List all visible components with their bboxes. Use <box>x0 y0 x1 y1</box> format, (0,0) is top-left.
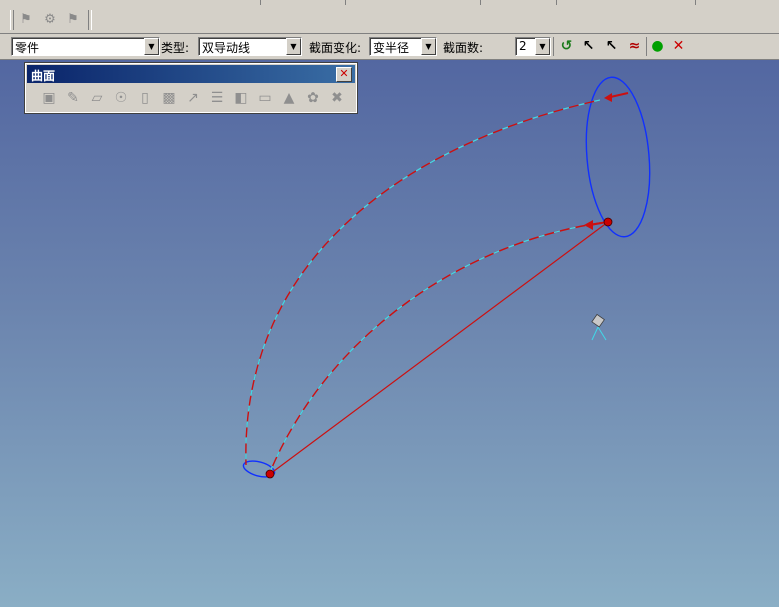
section-change-label: 截面变化: <box>309 41 362 55</box>
cancel-icon[interactable]: ✕ <box>668 36 689 56</box>
chevron-down-icon[interactable]: ▼ <box>144 38 159 55</box>
surface-2-icon[interactable]: ✎ <box>62 88 84 108</box>
object-combo[interactable]: 零件 ▼ <box>11 37 160 56</box>
section-change-combo[interactable]: 变半径 ▼ <box>369 37 437 56</box>
coordinate-triad-icon <box>591 313 607 341</box>
surface-3-icon[interactable]: ▱ <box>86 88 108 108</box>
section-ellipse-large[interactable] <box>580 75 656 240</box>
surface-1-icon[interactable]: ▣ <box>38 88 60 108</box>
pick-guide-icon[interactable]: ↖ <box>578 36 599 56</box>
strip-separator <box>556 0 557 5</box>
toolbar-separator <box>88 10 92 30</box>
type-label: 类型: <box>161 41 190 55</box>
surface-7-icon[interactable]: ↗ <box>182 88 204 108</box>
preview-icon[interactable]: ≈ <box>624 36 645 56</box>
surface-panel-title: 曲面 <box>31 69 56 83</box>
section-count-label: 截面数: <box>443 41 484 55</box>
strip-separator <box>260 0 261 5</box>
endpoint-marker[interactable] <box>265 469 275 479</box>
type-combo-value: 双导动线 <box>202 41 251 55</box>
guide-curve-inner[interactable] <box>269 221 608 473</box>
section-count-combo-value: 2 <box>519 39 527 53</box>
section-change-combo-value: 变半径 <box>373 41 410 55</box>
surface-12-icon[interactable]: ✿ <box>302 88 324 108</box>
endpoint-marker[interactable] <box>603 217 613 227</box>
arrow-head-icon <box>604 93 612 102</box>
toolbar-grip[interactable] <box>10 10 14 30</box>
pick-guide2-icon[interactable]: ↖ <box>601 36 622 56</box>
surface-6-icon[interactable]: ▩ <box>158 88 180 108</box>
tool-icon-3[interactable]: ⚑ <box>63 11 83 29</box>
strip-separator <box>695 0 696 5</box>
surface-8-icon[interactable]: ☰ <box>206 88 228 108</box>
surface-13-icon[interactable]: ✖ <box>326 88 348 108</box>
surface-panel-titlebar[interactable]: 曲面 ✕ <box>27 65 355 83</box>
guide-curve-outer[interactable] <box>245 99 601 466</box>
toolbar-separator <box>553 37 554 56</box>
surface-4-icon[interactable]: ☉ <box>110 88 132 108</box>
surface-11-icon[interactable]: ▲ <box>278 88 300 108</box>
main-toolbar: ⚑ ⚙ ⚑ <box>0 6 779 34</box>
chevron-down-icon[interactable]: ▼ <box>286 38 301 55</box>
type-combo[interactable]: 双导动线 ▼ <box>198 37 302 56</box>
3d-viewport[interactable] <box>0 60 779 607</box>
strip-separator <box>480 0 481 5</box>
surface-5-icon[interactable]: ▯ <box>134 88 156 108</box>
guide-curve-inner-dash <box>269 221 608 473</box>
guide-line-straight[interactable] <box>269 221 609 475</box>
sweep-geometry <box>242 75 656 479</box>
sweep-apply-icon[interactable]: ↺ <box>556 36 577 56</box>
surface-10-icon[interactable]: ▭ <box>254 88 276 108</box>
section-count-combo[interactable]: 2 ▼ <box>515 37 551 56</box>
guide-curve-outer-dash <box>245 99 601 466</box>
close-icon[interactable]: ✕ <box>336 67 352 82</box>
sweep-toolbar: 零件 ▼ 类型: 双导动线 ▼ 截面变化: 变半径 ▼ 截面数: 2 ▼ ↺ ↖… <box>0 34 779 60</box>
surface-panel: 曲面 ✕ ▣ ✎ ▱ ☉ ▯ ▩ ↗ ☰ ◧ ▭ ▲ ✿ ✖ <box>24 62 358 114</box>
tool-icon-1[interactable]: ⚑ <box>16 11 36 29</box>
chevron-down-icon[interactable]: ▼ <box>535 38 550 55</box>
arrow-head-icon <box>584 220 593 230</box>
object-combo-value: 零件 <box>15 41 40 55</box>
tool-icon-2[interactable]: ⚙ <box>40 11 60 29</box>
surface-9-icon[interactable]: ◧ <box>230 88 252 108</box>
strip-separator <box>345 0 346 5</box>
chevron-down-icon[interactable]: ▼ <box>421 38 436 55</box>
ok-icon[interactable]: ● <box>647 36 668 56</box>
